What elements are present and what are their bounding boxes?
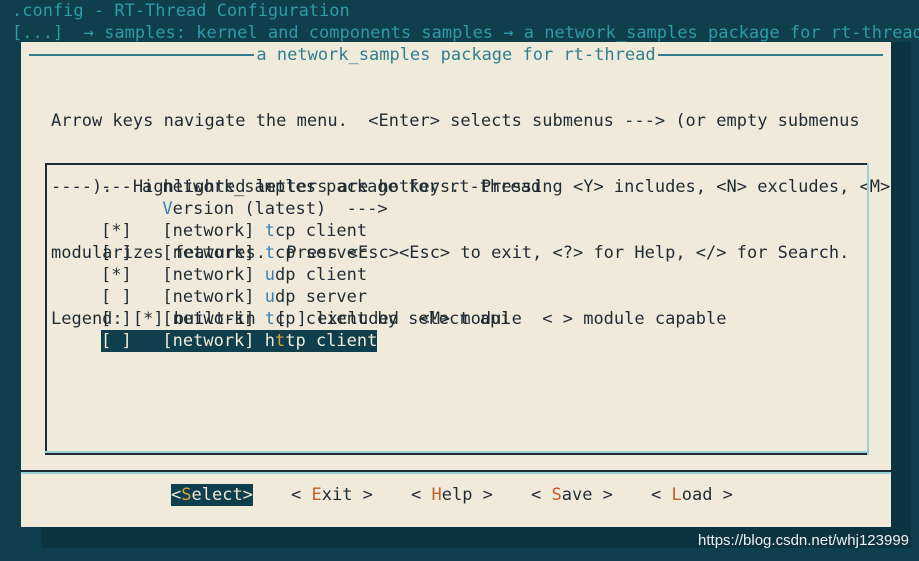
help-button[interactable]: < Help > bbox=[411, 484, 493, 506]
menu-item-udp-server[interactable]: [ ] [network] udp server bbox=[101, 286, 367, 308]
menu-item-http-client[interactable]: [ ] [network] http client bbox=[101, 330, 378, 352]
breadcrumb: [...] → samples: kernel and components s… bbox=[12, 23, 919, 43]
button-bar: <Select> < Exit > < Help > < Save > < Lo… bbox=[21, 484, 891, 506]
save-button[interactable]: < Save > bbox=[531, 484, 613, 506]
load-button[interactable]: < Load > bbox=[651, 484, 733, 506]
button-separator-shadow bbox=[21, 472, 891, 474]
help-line: Arrow keys navigate the menu. <Enter> se… bbox=[51, 111, 860, 131]
watermark: https://blog.csdn.net/whj123999 bbox=[698, 532, 909, 549]
menu-item-tcp-server[interactable]: [ ] [network] tcp server bbox=[101, 242, 367, 264]
dialog-title: a network_samples package for rt-thread bbox=[254, 45, 658, 65]
window-title: .config - RT-Thread Configuration bbox=[12, 1, 350, 21]
menu-item-version[interactable]: Version (latest) ---> bbox=[101, 198, 387, 220]
menu-item-header[interactable]: --- a network_samples package for rt-thr… bbox=[101, 176, 541, 198]
menu-item-udp-client[interactable]: [*] [network] udp client bbox=[101, 264, 367, 286]
menu-frame-shadow-bottom bbox=[45, 451, 869, 453]
exit-button[interactable]: < Exit > bbox=[291, 484, 373, 506]
menu-dialog: a network_samples package for rt-thread … bbox=[21, 42, 891, 527]
menu-item-tcp-client-select[interactable]: [ ] [network] tcp client by select api bbox=[101, 308, 510, 330]
menu-item-tcp-client[interactable]: [*] [network] tcp client bbox=[101, 220, 367, 242]
menu-frame-shadow-right bbox=[867, 163, 869, 455]
dialog-title-wrap: a network_samples package for rt-thread bbox=[21, 44, 891, 66]
select-button[interactable]: <Select> bbox=[171, 484, 253, 506]
